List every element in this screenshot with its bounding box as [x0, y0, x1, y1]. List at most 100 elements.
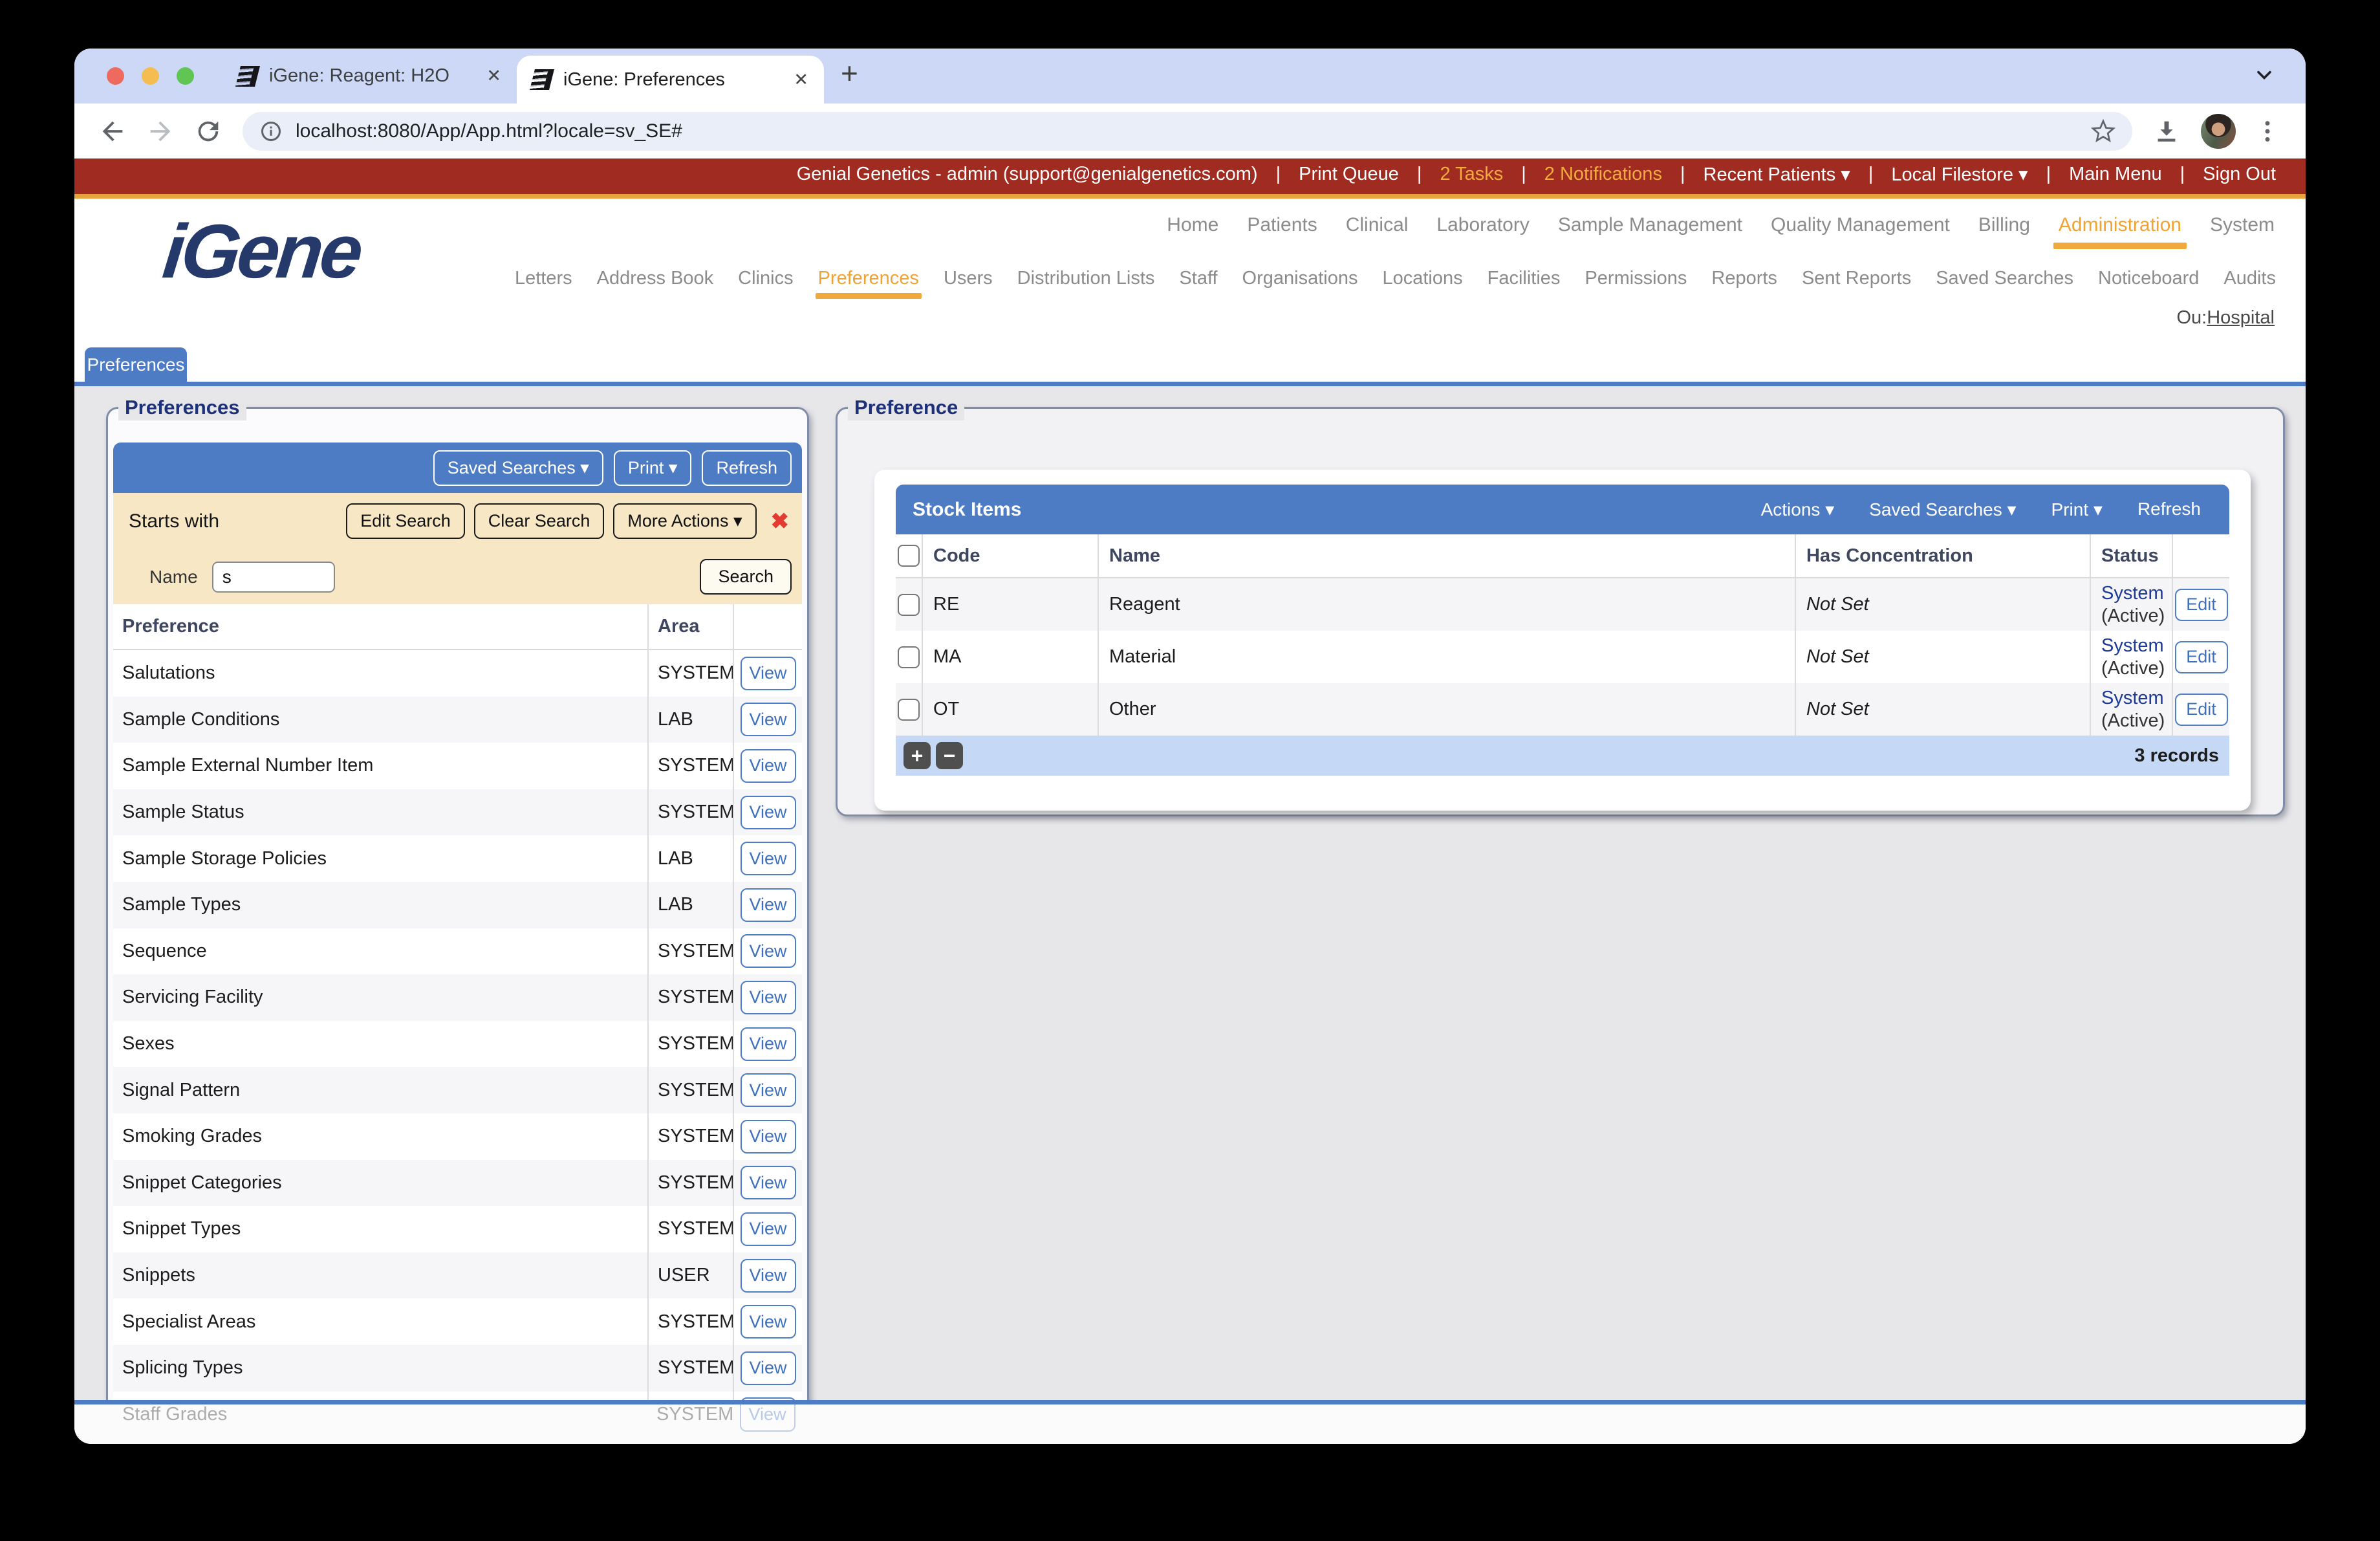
- more-actions-button[interactable]: More Actions ▾: [613, 503, 757, 539]
- nav-system[interactable]: System: [2210, 214, 2275, 236]
- add-row-button[interactable]: +: [903, 742, 931, 769]
- nav-locations[interactable]: Locations: [1382, 268, 1462, 289]
- primary-nav: Home Patients Clinical Laboratory Sample…: [1167, 214, 2275, 249]
- status-link[interactable]: System: [2101, 687, 2164, 710]
- view-button[interactable]: View: [740, 1166, 796, 1200]
- nav-audits[interactable]: Audits: [2223, 268, 2276, 289]
- nav-home[interactable]: Home: [1167, 214, 1218, 236]
- nav-patients[interactable]: Patients: [1247, 214, 1317, 236]
- browser-menu-icon[interactable]: [2253, 116, 2282, 146]
- tab-close-icon[interactable]: ✕: [794, 70, 808, 90]
- nav-address-book[interactable]: Address Book: [597, 268, 714, 289]
- view-button[interactable]: View: [740, 749, 796, 783]
- name-input[interactable]: [211, 561, 335, 593]
- refresh-button[interactable]: Refresh: [702, 450, 792, 486]
- tasks-link[interactable]: 2 Tasks: [1440, 164, 1503, 185]
- reload-icon[interactable]: [193, 116, 223, 146]
- forward-icon[interactable]: [146, 116, 175, 146]
- traffic-lights: [107, 67, 194, 85]
- row-checkbox[interactable]: [898, 698, 920, 721]
- edit-button[interactable]: Edit: [2174, 693, 2228, 726]
- table-row: Sequence SYSTEM View: [113, 928, 802, 975]
- status-link[interactable]: System: [2101, 635, 2164, 657]
- view-button[interactable]: View: [740, 888, 796, 922]
- tab-reagent[interactable]: iGene: Reagent: H2O ✕: [222, 49, 517, 104]
- clear-search-button[interactable]: Clear Search: [473, 503, 605, 539]
- tab-close-icon[interactable]: ✕: [486, 66, 501, 86]
- view-button[interactable]: View: [740, 1258, 796, 1293]
- view-button[interactable]: View: [740, 1351, 796, 1385]
- site-info-icon[interactable]: [259, 120, 283, 143]
- nav-facilities[interactable]: Facilities: [1488, 268, 1561, 289]
- view-button[interactable]: View: [740, 1119, 796, 1153]
- view-button[interactable]: View: [740, 703, 796, 737]
- nav-clinics[interactable]: Clinics: [738, 268, 793, 289]
- sign-out-link[interactable]: Sign Out: [2203, 164, 2276, 185]
- nav-clinical[interactable]: Clinical: [1346, 214, 1409, 236]
- view-button[interactable]: View: [740, 1397, 796, 1400]
- view-button[interactable]: View: [740, 934, 796, 968]
- minimize-window-button[interactable]: [142, 67, 159, 85]
- preferences-panel-legend: Preferences: [118, 395, 246, 421]
- print-menu[interactable]: Print ▾: [2051, 499, 2103, 520]
- main-menu-link[interactable]: Main Menu: [2069, 164, 2161, 185]
- nav-billing[interactable]: Billing: [1978, 214, 2030, 236]
- view-button[interactable]: View: [740, 842, 796, 876]
- edit-button[interactable]: Edit: [2174, 588, 2228, 621]
- recent-patients-menu[interactable]: Recent Patients ▾: [1704, 163, 1850, 186]
- print-queue-link[interactable]: Print Queue: [1299, 164, 1399, 185]
- zoom-window-button[interactable]: [177, 67, 194, 85]
- view-button[interactable]: View: [740, 1305, 796, 1339]
- saved-searches-button[interactable]: Saved Searches ▾: [433, 450, 603, 486]
- remove-row-button[interactable]: −: [936, 742, 963, 769]
- edit-search-button[interactable]: Edit Search: [346, 503, 465, 539]
- view-button[interactable]: View: [740, 980, 796, 1014]
- nav-sample-management[interactable]: Sample Management: [1558, 214, 1742, 236]
- search-button[interactable]: Search: [700, 559, 792, 595]
- nav-saved-searches[interactable]: Saved Searches: [1936, 268, 2073, 289]
- ou-hospital-link[interactable]: Hospital: [2207, 307, 2275, 328]
- nav-users[interactable]: Users: [944, 268, 993, 289]
- close-search-icon[interactable]: ✖: [771, 508, 790, 534]
- page-tab-preferences[interactable]: Preferences: [85, 347, 187, 382]
- notifications-link[interactable]: 2 Notifications: [1544, 164, 1662, 185]
- nav-laboratory[interactable]: Laboratory: [1436, 214, 1529, 236]
- nav-staff[interactable]: Staff: [1179, 268, 1217, 289]
- edit-button[interactable]: Edit: [2174, 640, 2228, 673]
- view-button[interactable]: View: [740, 1212, 796, 1246]
- status-link[interactable]: System: [2101, 582, 2164, 605]
- nav-sent-reports[interactable]: Sent Reports: [1802, 268, 1911, 289]
- view-button[interactable]: View: [740, 795, 796, 829]
- nav-noticeboard[interactable]: Noticeboard: [2098, 268, 2199, 289]
- download-icon[interactable]: [2152, 116, 2181, 146]
- view-button[interactable]: View: [740, 1073, 796, 1108]
- nav-permissions[interactable]: Permissions: [1585, 268, 1687, 289]
- select-all-checkbox[interactable]: [898, 545, 920, 567]
- print-button[interactable]: Print ▾: [613, 450, 692, 486]
- close-window-button[interactable]: [107, 67, 124, 85]
- bookmark-star-icon[interactable]: [2091, 118, 2115, 144]
- row-checkbox[interactable]: [898, 646, 920, 668]
- saved-searches-menu[interactable]: Saved Searches ▾: [1869, 499, 2016, 520]
- row-checkbox[interactable]: [898, 593, 920, 616]
- nav-preferences[interactable]: Preferences: [815, 268, 922, 299]
- nav-organisations[interactable]: Organisations: [1242, 268, 1358, 289]
- nav-reports[interactable]: Reports: [1711, 268, 1777, 289]
- back-icon[interactable]: [98, 116, 127, 146]
- profile-avatar[interactable]: [2201, 113, 2236, 149]
- tab-search-chevron-icon[interactable]: [2253, 63, 2276, 87]
- url-bar[interactable]: localhost:8080/App/App.html?locale=sv_SE…: [243, 111, 2132, 151]
- actions-menu[interactable]: Actions ▾: [1761, 499, 1835, 520]
- refresh-link[interactable]: Refresh: [2137, 499, 2201, 520]
- view-button[interactable]: View: [740, 656, 796, 690]
- nav-quality-management[interactable]: Quality Management: [1771, 214, 1950, 236]
- local-filestore-menu[interactable]: Local Filestore ▾: [1891, 163, 2028, 186]
- url-text[interactable]: localhost:8080/App/App.html?locale=sv_SE…: [296, 120, 2091, 142]
- nav-administration[interactable]: Administration: [2053, 214, 2187, 249]
- tab-preferences[interactable]: iGene: Preferences ✕: [517, 56, 824, 104]
- nav-letters[interactable]: Letters: [515, 268, 572, 289]
- nav-distribution-lists[interactable]: Distribution Lists: [1017, 268, 1155, 289]
- new-tab-button[interactable]: +: [841, 56, 858, 91]
- view-button[interactable]: View: [740, 1027, 796, 1061]
- stock-row: OT Other Not Set System (Active) Edit: [896, 683, 2229, 736]
